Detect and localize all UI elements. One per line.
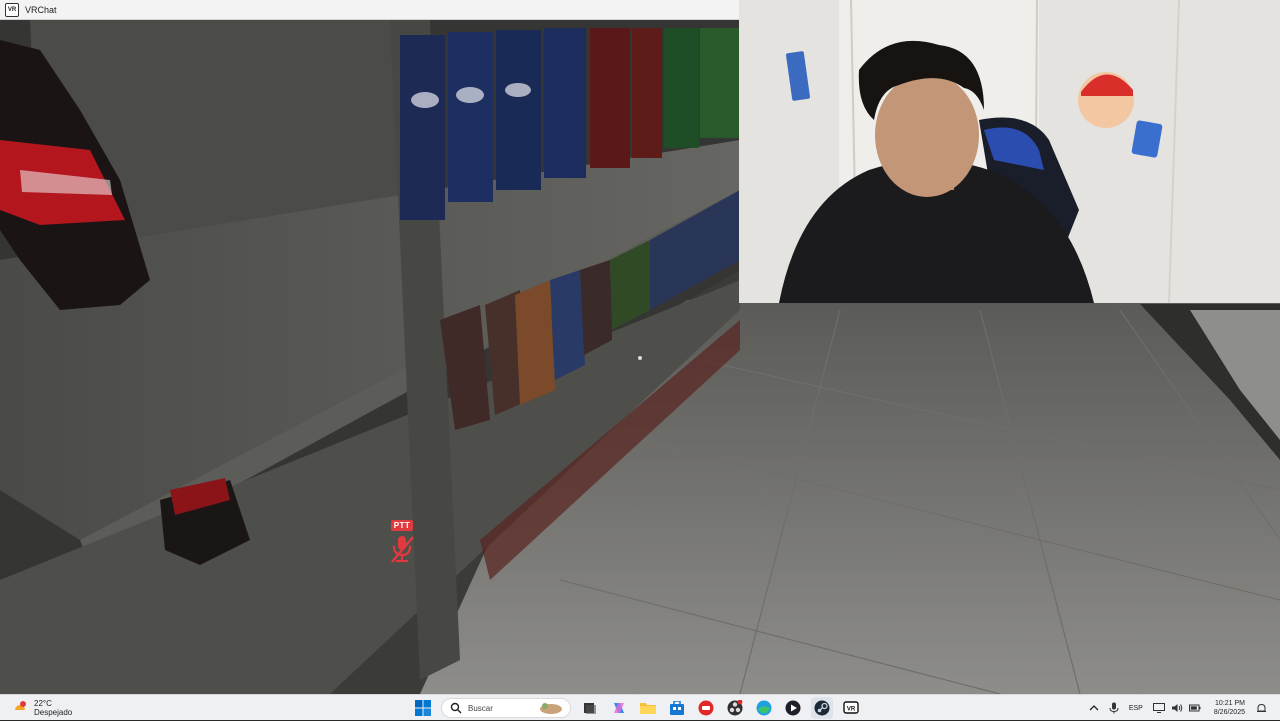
steam-button[interactable] <box>810 697 833 719</box>
webcam-feed <box>739 0 1280 303</box>
store-button[interactable] <box>666 697 688 719</box>
weather-icon <box>12 700 28 716</box>
ptt-indicator: PTT <box>388 520 416 564</box>
copilot-button[interactable] <box>608 697 630 719</box>
file-explorer-button[interactable] <box>637 697 659 719</box>
start-icon <box>414 700 431 716</box>
chevron-up-icon <box>1089 705 1099 711</box>
tray-overflow[interactable] <box>1089 704 1099 712</box>
file-explorer-icon <box>639 703 656 714</box>
task-view-button[interactable] <box>579 697 601 719</box>
steam-icon <box>814 700 829 716</box>
media-player-button[interactable] <box>782 697 804 719</box>
notification-bell-icon <box>1257 703 1266 712</box>
window-title: VRChat <box>25 4 57 15</box>
edge-icon <box>756 700 771 716</box>
vrchat-icon: VR <box>842 701 859 714</box>
widget-icon <box>540 703 562 714</box>
search-icon <box>450 702 462 714</box>
crosshair <box>638 356 642 360</box>
weather-temp: 22°C <box>34 698 52 708</box>
edge-button[interactable] <box>753 697 775 719</box>
vrchat-icon: VR <box>5 2 19 17</box>
tray-status[interactable] <box>1152 703 1201 713</box>
copilot-icon <box>613 703 624 713</box>
language-indicator[interactable]: ESP <box>1129 705 1143 712</box>
weather-widget[interactable]: 22°C Despejado <box>12 699 122 717</box>
start-button[interactable] <box>412 697 434 719</box>
microphone-icon <box>1109 702 1119 714</box>
system-tray: ESP 10:21 PM 8/26/2025 <box>1084 695 1272 721</box>
search-placeholder: Buscar <box>468 703 493 713</box>
obs-icon <box>727 700 742 716</box>
obs-button[interactable] <box>724 697 746 719</box>
store-icon <box>669 701 684 715</box>
window-titlebar[interactable]: VR VRChat <box>0 0 740 20</box>
tray-clock[interactable]: 10:21 PM 8/26/2025 <box>1214 699 1245 717</box>
webcam-overlay <box>739 0 1280 303</box>
clock-date: 8/26/2025 <box>1213 709 1245 716</box>
vrchat-button[interactable]: VR <box>840 697 862 719</box>
task-view-icon <box>583 703 596 714</box>
taskbar-search[interactable]: Buscar <box>441 698 571 718</box>
red-app-button[interactable] <box>695 697 717 719</box>
media-player-icon <box>785 700 800 716</box>
mic-muted-icon <box>391 536 414 563</box>
speaker-icon <box>1171 704 1183 712</box>
battery-icon <box>1188 704 1201 712</box>
monitor-icon <box>1152 703 1165 713</box>
tray-mic[interactable] <box>1109 702 1119 714</box>
red-app-icon <box>698 700 713 716</box>
taskbar: 22°C Despejado Buscar VR ESP 10:21 PM 8/… <box>0 694 1280 720</box>
notifications-button[interactable] <box>1256 703 1267 714</box>
svg-text:VR: VR <box>846 707 855 713</box>
taskbar-apps: Buscar VR <box>408 695 865 721</box>
ptt-label: PTT <box>390 520 414 531</box>
weather-condition: Despejado <box>34 707 73 717</box>
clock-time: 10:21 PM <box>1215 700 1245 707</box>
